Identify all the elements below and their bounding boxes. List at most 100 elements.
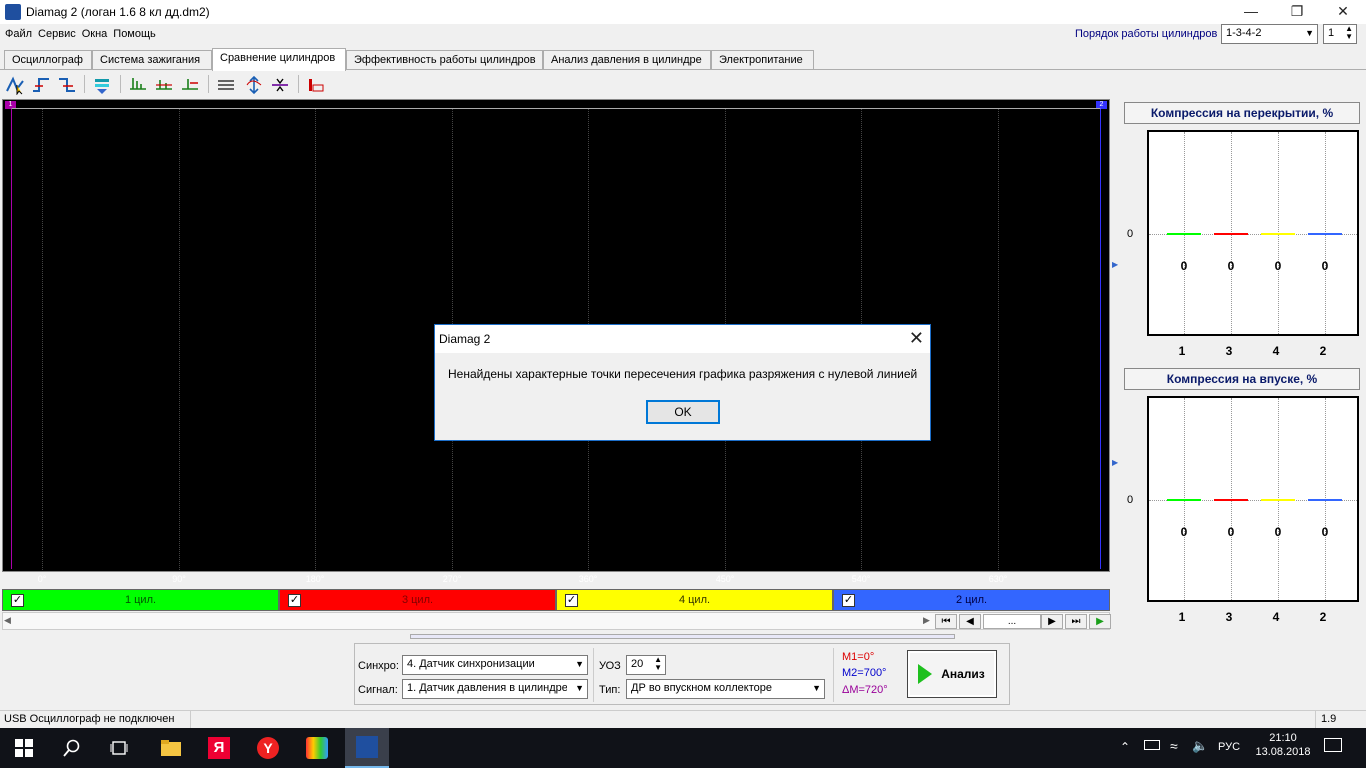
menu-file[interactable]: Файл [2,26,35,42]
nav-last-button[interactable]: ⏭ [1065,614,1087,629]
x-tick: 450° [715,574,735,584]
cylinder-1-toggle[interactable]: ✓ 1 цил. [2,589,279,611]
falling-edge-icon [59,78,75,92]
menu-help[interactable]: Помощь [110,26,159,42]
horizontal-scrollbar[interactable]: ◀ ▶ ⏮ ◀ ... ▶ ⏭ ▶ [2,612,1111,630]
dialog-ok-button[interactable]: OK [646,400,720,424]
scroll-left-icon[interactable]: ◀ [4,615,11,626]
x-label: 1 [1178,344,1186,358]
bar-value: 0 [1180,259,1188,273]
center-icon [272,78,288,92]
taskbar-yandex[interactable]: Y [256,736,280,760]
spikes-button[interactable] [127,74,149,96]
toolbar-separator [120,75,121,93]
x-tick: 540° [851,574,871,584]
clock[interactable]: 21:10 13.08.2018 [1254,732,1312,758]
cylinder-order-spinner[interactable]: 1 ▲ ▼ [1323,24,1357,44]
skip-end-icon: ⏭ [1071,616,1081,627]
threshold-icon [156,80,172,90]
nav-prev-button[interactable]: ◀ [959,614,981,629]
cylinder-order-value: 1-3-4-2 [1226,27,1262,39]
taskbar-yandex-browser[interactable]: Я [207,736,231,760]
intake-chart: 0 0 0 0 [1147,396,1359,602]
falling-edge-button[interactable] [56,74,78,96]
checkbox-checked-icon[interactable]: ✓ [288,594,301,607]
cylinder-2-toggle[interactable]: ✓ 2 цил. [833,589,1110,611]
splitter-arrow-icon[interactable]: ▶ [1112,458,1118,467]
title-bar: Diamag 2 (логан 1.6 8 кл дд.dm2) — ❐ ✕ [0,0,1366,24]
grid-line [315,109,316,570]
minimize-button[interactable]: — [1228,0,1274,24]
taskbar-app[interactable] [305,736,329,760]
folder-icon [161,740,181,756]
cylinder-order-select[interactable]: 1-3-4-2 ▼ [1221,24,1318,44]
minimize-icon: — [1244,3,1258,19]
x-tick: 0° [37,574,47,584]
nav-first-button[interactable]: ⏮ [935,614,957,629]
cursor-tool-button[interactable] [4,74,26,96]
tab-power[interactable]: Электропитание [711,50,814,70]
checkbox-checked-icon[interactable]: ✓ [565,594,578,607]
search-button[interactable] [60,736,84,760]
filter-button[interactable] [91,74,113,96]
task-view-button[interactable] [107,736,131,760]
clock-time: 21:10 [1269,732,1297,744]
checkbox-checked-icon[interactable]: ✓ [11,594,24,607]
taskbar-diamag-active[interactable] [345,728,389,768]
tab-pressure-analysis[interactable]: Анализ давления в цилиндре [543,50,711,70]
sync-select[interactable]: 4. Датчик синхронизации ▼ [402,655,588,675]
notifications-icon[interactable] [1324,738,1342,752]
toolbar [0,70,1366,98]
bar-cyl-4 [1261,499,1295,501]
chevron-up-icon[interactable]: ⌃ [1120,740,1130,754]
play-icon: ▶ [1096,616,1104,627]
app-icon [5,4,21,20]
spin-updown-icon: ▲ ▼ [1345,24,1353,41]
volume-icon[interactable]: 🔈 [1192,738,1208,754]
nav-position-field[interactable]: ... [983,614,1041,629]
threshold-button[interactable] [153,74,175,96]
maximize-button[interactable]: ❐ [1274,0,1320,24]
tab-cylinder-efficiency[interactable]: Эффективность работы цилиндров [346,50,543,70]
cylinder-label: 1 цил. [124,594,157,606]
bar-value: 0 [1321,525,1329,539]
taskbar-explorer[interactable] [159,736,183,760]
menu-service[interactable]: Сервис [35,26,79,42]
marker-m2: M2=700° [842,667,887,679]
vertical-scale-button[interactable] [243,74,265,96]
status-version: 1.9 [1321,713,1337,725]
rising-edge-button[interactable] [30,74,52,96]
tab-oscilloscope[interactable]: Осциллограф [4,50,92,70]
scroll-right-icon[interactable]: ▶ [923,615,930,626]
level-button[interactable] [179,74,201,96]
center-button[interactable] [269,74,291,96]
splitter-arrow-icon[interactable]: ▶ [1112,260,1118,269]
menu-windows[interactable]: Окна [79,26,111,42]
start-button[interactable] [12,736,36,760]
type-select[interactable]: ДР во впускном коллекторе ▼ [626,679,825,699]
analyze-button[interactable]: Анализ [907,650,997,698]
checkbox-checked-icon[interactable]: ✓ [842,594,855,607]
lines-button[interactable] [215,74,237,96]
battery-icon[interactable] [1144,740,1160,750]
tab-ignition[interactable]: Система зажигания [92,50,212,70]
dialog-close-button[interactable]: ✕ [909,328,924,349]
cylinder-3-toggle[interactable]: ✓ 3 цил. [279,589,556,611]
bar-cyl-2 [1308,233,1342,235]
signal-select[interactable]: 1. Датчик давления в цилиндре ▼ [402,679,588,699]
wifi-icon[interactable]: ≈ [1170,738,1178,754]
tab-cylinder-compare[interactable]: Сравнение цилиндров [212,48,346,71]
play-button[interactable]: ▶ [1089,614,1111,629]
cylinder-4-toggle[interactable]: ✓ 4 цил. [556,589,833,611]
splitter-handle[interactable] [410,634,955,639]
nav-next-button[interactable]: ▶ [1041,614,1063,629]
close-button[interactable]: ✕ [1320,0,1366,24]
cylinder-order-label: Порядок работы цилиндров [1075,28,1218,40]
uoz-spinner[interactable]: 20 ▲ ▼ [626,655,666,675]
menu-bar: Файл Сервис Окна Помощь [0,26,1000,44]
divider [833,648,834,702]
language-indicator[interactable]: РУС [1218,741,1240,753]
dialog-message: Ненайдены характерные точки пересечения … [448,367,918,381]
bar-chart-icon [309,79,324,92]
bar-chart-button[interactable] [305,74,327,96]
